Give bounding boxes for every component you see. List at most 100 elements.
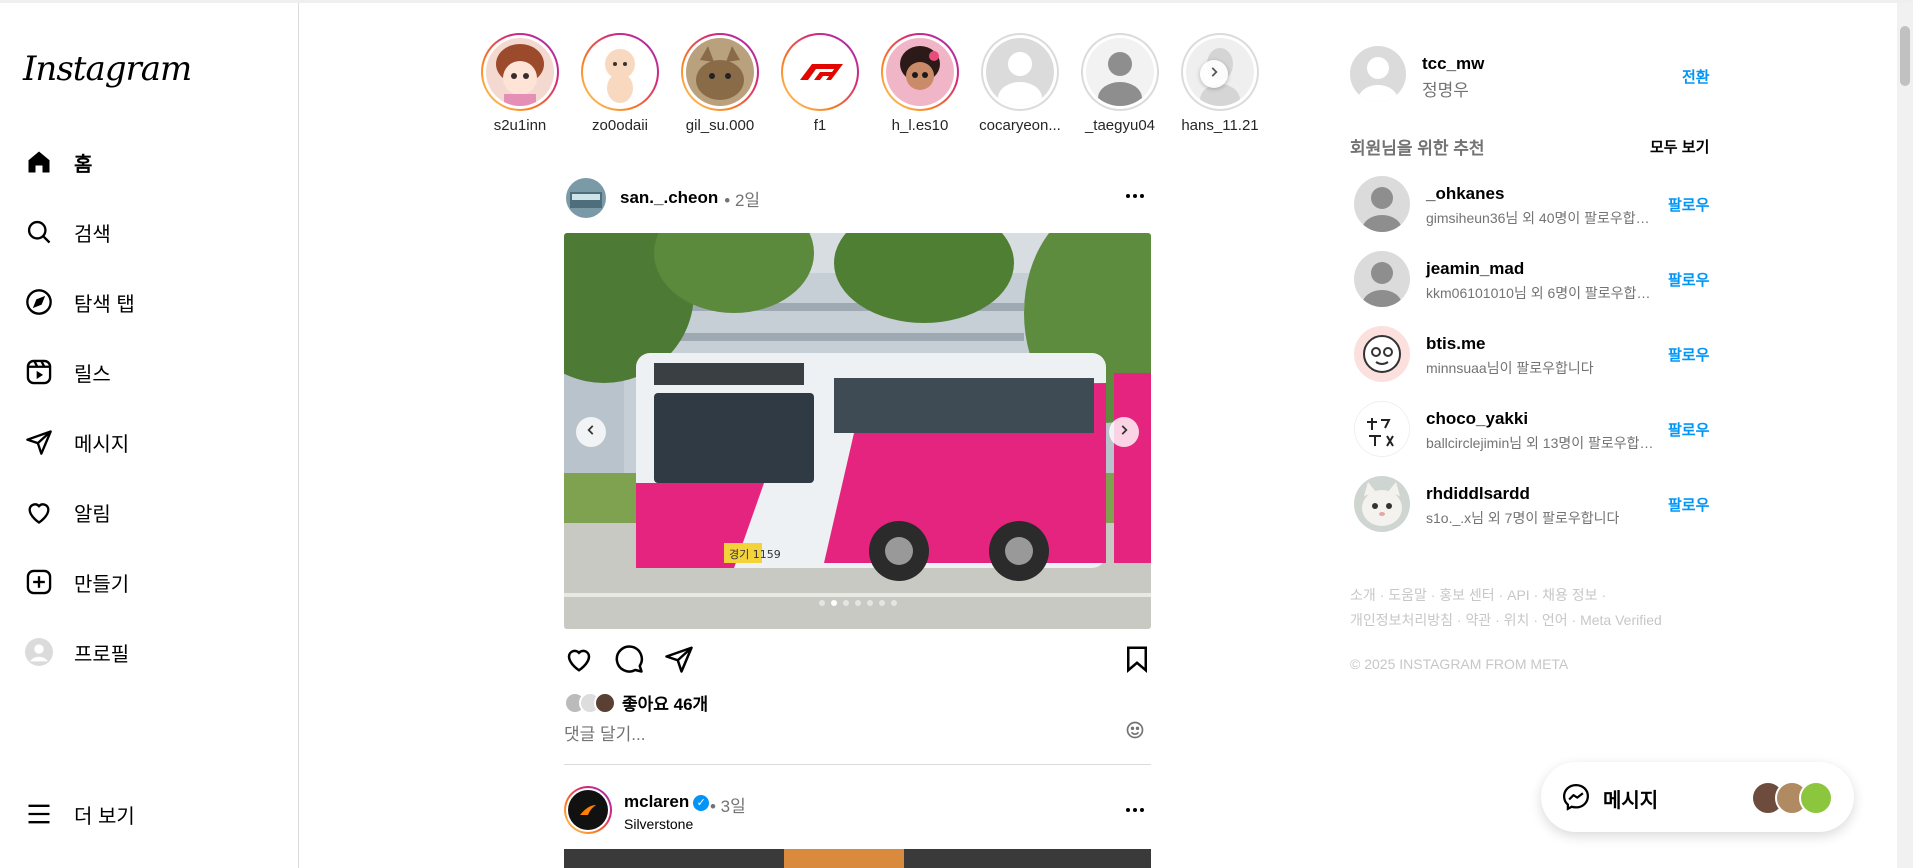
story-item[interactable]: _taegyu04 xyxy=(1070,33,1170,134)
story-item[interactable]: f1 xyxy=(770,33,870,134)
sidebar-item-label: 검색 xyxy=(74,223,111,246)
comment-placeholder: 댓글 달기... xyxy=(564,725,646,744)
suggestion-avatar[interactable] xyxy=(1354,176,1410,232)
story-avatar xyxy=(886,38,954,106)
sidebar-item-label: 메시지 xyxy=(74,433,130,456)
send-icon xyxy=(24,427,54,457)
likes-text: 좋아요 46개 xyxy=(622,695,709,714)
plus-square-icon xyxy=(24,567,54,597)
footer-links-line[interactable]: 개인정보처리방침 · 약관 · 위치 · 언어 · Meta Verified xyxy=(1350,608,1730,633)
follow-button[interactable]: 팔로우 xyxy=(1668,194,1709,215)
like-heart-icon[interactable] xyxy=(564,644,594,679)
see-all-button[interactable]: 모두 보기 xyxy=(1650,136,1709,157)
story-item[interactable]: cocaryeon... xyxy=(970,33,1070,134)
instagram-logo[interactable]: Instagram xyxy=(23,49,192,89)
profile-avatar xyxy=(24,637,54,667)
post-header: mclaren ✓ • 3일 Silverstone xyxy=(564,786,1151,840)
sidebar-item-profile[interactable]: 프로필 xyxy=(12,624,282,680)
follow-button[interactable]: 팔로우 xyxy=(1668,494,1709,515)
compass-icon xyxy=(24,287,54,317)
post-author-username[interactable]: mclaren ✓ xyxy=(624,792,710,812)
sidebar-item-label: 탐색 탭 xyxy=(74,293,135,316)
follow-button[interactable]: 팔로우 xyxy=(1668,419,1709,440)
story-avatar xyxy=(986,38,1054,106)
post-location[interactable]: Silverstone xyxy=(624,816,693,832)
messages-floating-button[interactable]: 메시지 xyxy=(1541,762,1854,832)
suggestion-avatar[interactable] xyxy=(1354,401,1410,457)
suggestion-username[interactable]: choco_yakki xyxy=(1426,409,1528,429)
sidebar-item-home[interactable]: 홈 xyxy=(12,134,282,190)
sidebar: Instagram 홈 검색 탐색 탭 릴스 메시지 알림 만들기 프로필 더 … xyxy=(0,3,299,868)
story-ring xyxy=(481,33,559,111)
post-photo[interactable] xyxy=(564,849,1151,868)
post-action-bar xyxy=(564,644,1151,676)
likes-count[interactable]: 좋아요 46개 xyxy=(564,690,708,715)
emoji-icon[interactable] xyxy=(1125,720,1145,745)
suggestion-avatar[interactable] xyxy=(1354,251,1410,307)
suggestion-avatar[interactable] xyxy=(1354,476,1410,532)
suggestion-item: btis.me minnsuaa님이 팔로우합니다 팔로우 xyxy=(1354,326,1714,386)
follow-button[interactable]: 팔로우 xyxy=(1668,344,1709,365)
carousel-dot xyxy=(878,600,885,606)
post-author-avatar[interactable] xyxy=(566,178,606,218)
bookmark-icon[interactable] xyxy=(1122,644,1152,679)
comment-input[interactable]: 댓글 달기... xyxy=(564,720,1151,746)
share-send-icon[interactable] xyxy=(664,644,694,679)
scrollbar-thumb[interactable] xyxy=(1900,26,1910,86)
post-author-username[interactable]: san._.cheon xyxy=(620,188,718,208)
stories-next-button[interactable] xyxy=(1200,60,1228,88)
story-item[interactable]: gil_su.000 xyxy=(670,33,770,134)
more-options-icon[interactable] xyxy=(1123,798,1147,827)
sidebar-item-label: 릴스 xyxy=(74,363,111,386)
story-avatar xyxy=(586,38,654,106)
switch-account-button[interactable]: 전환 xyxy=(1682,66,1710,87)
carousel-prev-button[interactable] xyxy=(576,417,606,447)
current-user-card: tcc_mw 정명우 전환 xyxy=(1350,46,1710,104)
sidebar-item-reels[interactable]: 릴스 xyxy=(12,344,282,400)
footer-links[interactable]: 소개 · 도움말 · 홍보 센터 · API · 채용 정보 · 개인정보처리방… xyxy=(1350,583,1730,633)
reels-icon xyxy=(24,357,54,387)
suggestion-item: _ohkanes gimsiheun36님 외 40명이 팔로우합니다 팔로우 xyxy=(1354,176,1714,236)
current-user-avatar[interactable] xyxy=(1350,46,1406,102)
heart-icon xyxy=(24,497,54,527)
suggestion-username[interactable]: btis.me xyxy=(1426,334,1486,354)
current-username[interactable]: tcc_mw xyxy=(1422,54,1484,74)
bus-license-plate: 경기 1159 xyxy=(729,548,781,561)
footer-links-line[interactable]: 소개 · 도움말 · 홍보 센터 · API · 채용 정보 · xyxy=(1350,583,1730,608)
carousel-dot xyxy=(890,600,897,606)
story-item[interactable]: zo0odaii xyxy=(570,33,670,134)
suggestion-avatar[interactable] xyxy=(1354,326,1410,382)
comment-icon[interactable] xyxy=(614,644,644,679)
sidebar-item-more[interactable]: 더 보기 xyxy=(12,786,282,842)
carousel-next-button[interactable] xyxy=(1109,417,1139,447)
hamburger-menu-icon xyxy=(24,799,54,829)
story-item[interactable]: s2u1inn xyxy=(470,33,570,134)
post-author-avatar[interactable] xyxy=(568,790,608,830)
story-username: s2u1inn xyxy=(493,117,547,134)
sidebar-item-notifications[interactable]: 알림 xyxy=(12,484,282,540)
suggestion-subtext: ballcirclejimin님 외 13명이 팔로우합니다 xyxy=(1426,435,1656,451)
post-photo[interactable]: 경기 1159 xyxy=(564,233,1151,629)
suggestion-username[interactable]: rhdiddlsardd xyxy=(1426,484,1530,504)
sidebar-item-create[interactable]: 만들기 xyxy=(12,554,282,610)
sidebar-item-messages[interactable]: 메시지 xyxy=(12,414,282,470)
suggestion-username[interactable]: _ohkanes xyxy=(1426,184,1504,204)
suggestion-subtext: minnsuaa님이 팔로우합니다 xyxy=(1426,360,1594,376)
sidebar-item-explore[interactable]: 탐색 탭 xyxy=(12,274,282,330)
chevron-right-icon xyxy=(1207,65,1221,84)
suggestion-username[interactable]: jeamin_mad xyxy=(1426,259,1524,279)
suggestion-subtext: gimsiheun36님 외 40명이 팔로우합니다 xyxy=(1426,210,1656,226)
sidebar-item-search[interactable]: 검색 xyxy=(12,204,282,260)
carousel-dot xyxy=(854,600,861,606)
post-header: san._.cheon • 2일 xyxy=(566,176,1151,220)
story-item[interactable]: h_l.es10 xyxy=(870,33,970,134)
sidebar-item-label: 더 보기 xyxy=(74,805,135,828)
copyright: © 2025 INSTAGRAM FROM META xyxy=(1350,656,1569,672)
story-ring xyxy=(681,33,759,111)
more-options-icon[interactable] xyxy=(1123,184,1147,213)
scrollbar[interactable] xyxy=(1897,3,1913,868)
messenger-icon xyxy=(1561,782,1591,817)
follow-button[interactable]: 팔로우 xyxy=(1668,269,1709,290)
search-icon xyxy=(24,217,54,247)
current-display-name: 정명우 xyxy=(1422,81,1469,100)
